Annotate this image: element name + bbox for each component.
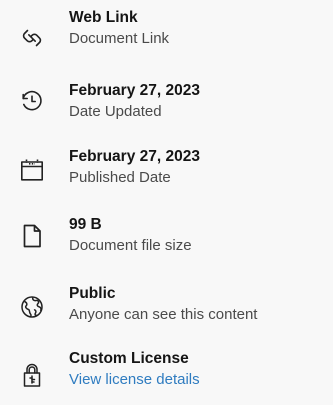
detail-subtitle: Document file size xyxy=(69,237,192,254)
detail-subtitle: Published Date xyxy=(69,169,171,186)
item-details-panel: Web Link Document Link February 27, 2023… xyxy=(0,0,333,405)
detail-text: February 27, 2023 Date Updated xyxy=(69,80,329,122)
detail-subtitle: Anyone can see this content xyxy=(69,306,258,323)
detail-title: Web Link xyxy=(69,9,138,26)
calendar-icon xyxy=(18,156,46,184)
detail-subtitle: Document Link xyxy=(69,30,170,47)
detail-file-size: 99 B Document file size xyxy=(0,214,333,274)
history-clock-icon xyxy=(18,87,46,115)
detail-subtitle: Date Updated xyxy=(69,103,162,120)
detail-date-updated: February 27, 2023 Date Updated xyxy=(0,80,333,140)
detail-text: Public Anyone can see this content xyxy=(69,283,329,325)
detail-title: Public xyxy=(69,285,116,302)
detail-text: February 27, 2023 Published Date xyxy=(69,146,329,188)
lock-icon xyxy=(18,361,46,389)
detail-title: Custom License xyxy=(69,350,189,367)
document-icon xyxy=(18,222,46,250)
globe-icon xyxy=(18,293,46,321)
link-icon xyxy=(18,24,46,52)
detail-text: Web Link Document Link xyxy=(69,7,329,49)
view-license-details-link[interactable]: View license details xyxy=(69,371,200,388)
detail-title: February 27, 2023 xyxy=(69,148,200,165)
detail-text: 99 B Document file size xyxy=(69,214,329,256)
detail-title: February 27, 2023 xyxy=(69,82,200,99)
detail-access: Public Anyone can see this content xyxy=(0,283,333,343)
detail-published-date: February 27, 2023 Published Date xyxy=(0,146,333,206)
detail-license: Custom License View license details xyxy=(0,348,333,405)
detail-title: 99 B xyxy=(69,216,102,233)
detail-web-link: Web Link Document Link xyxy=(0,7,333,67)
detail-text: Custom License View license details xyxy=(69,348,329,390)
